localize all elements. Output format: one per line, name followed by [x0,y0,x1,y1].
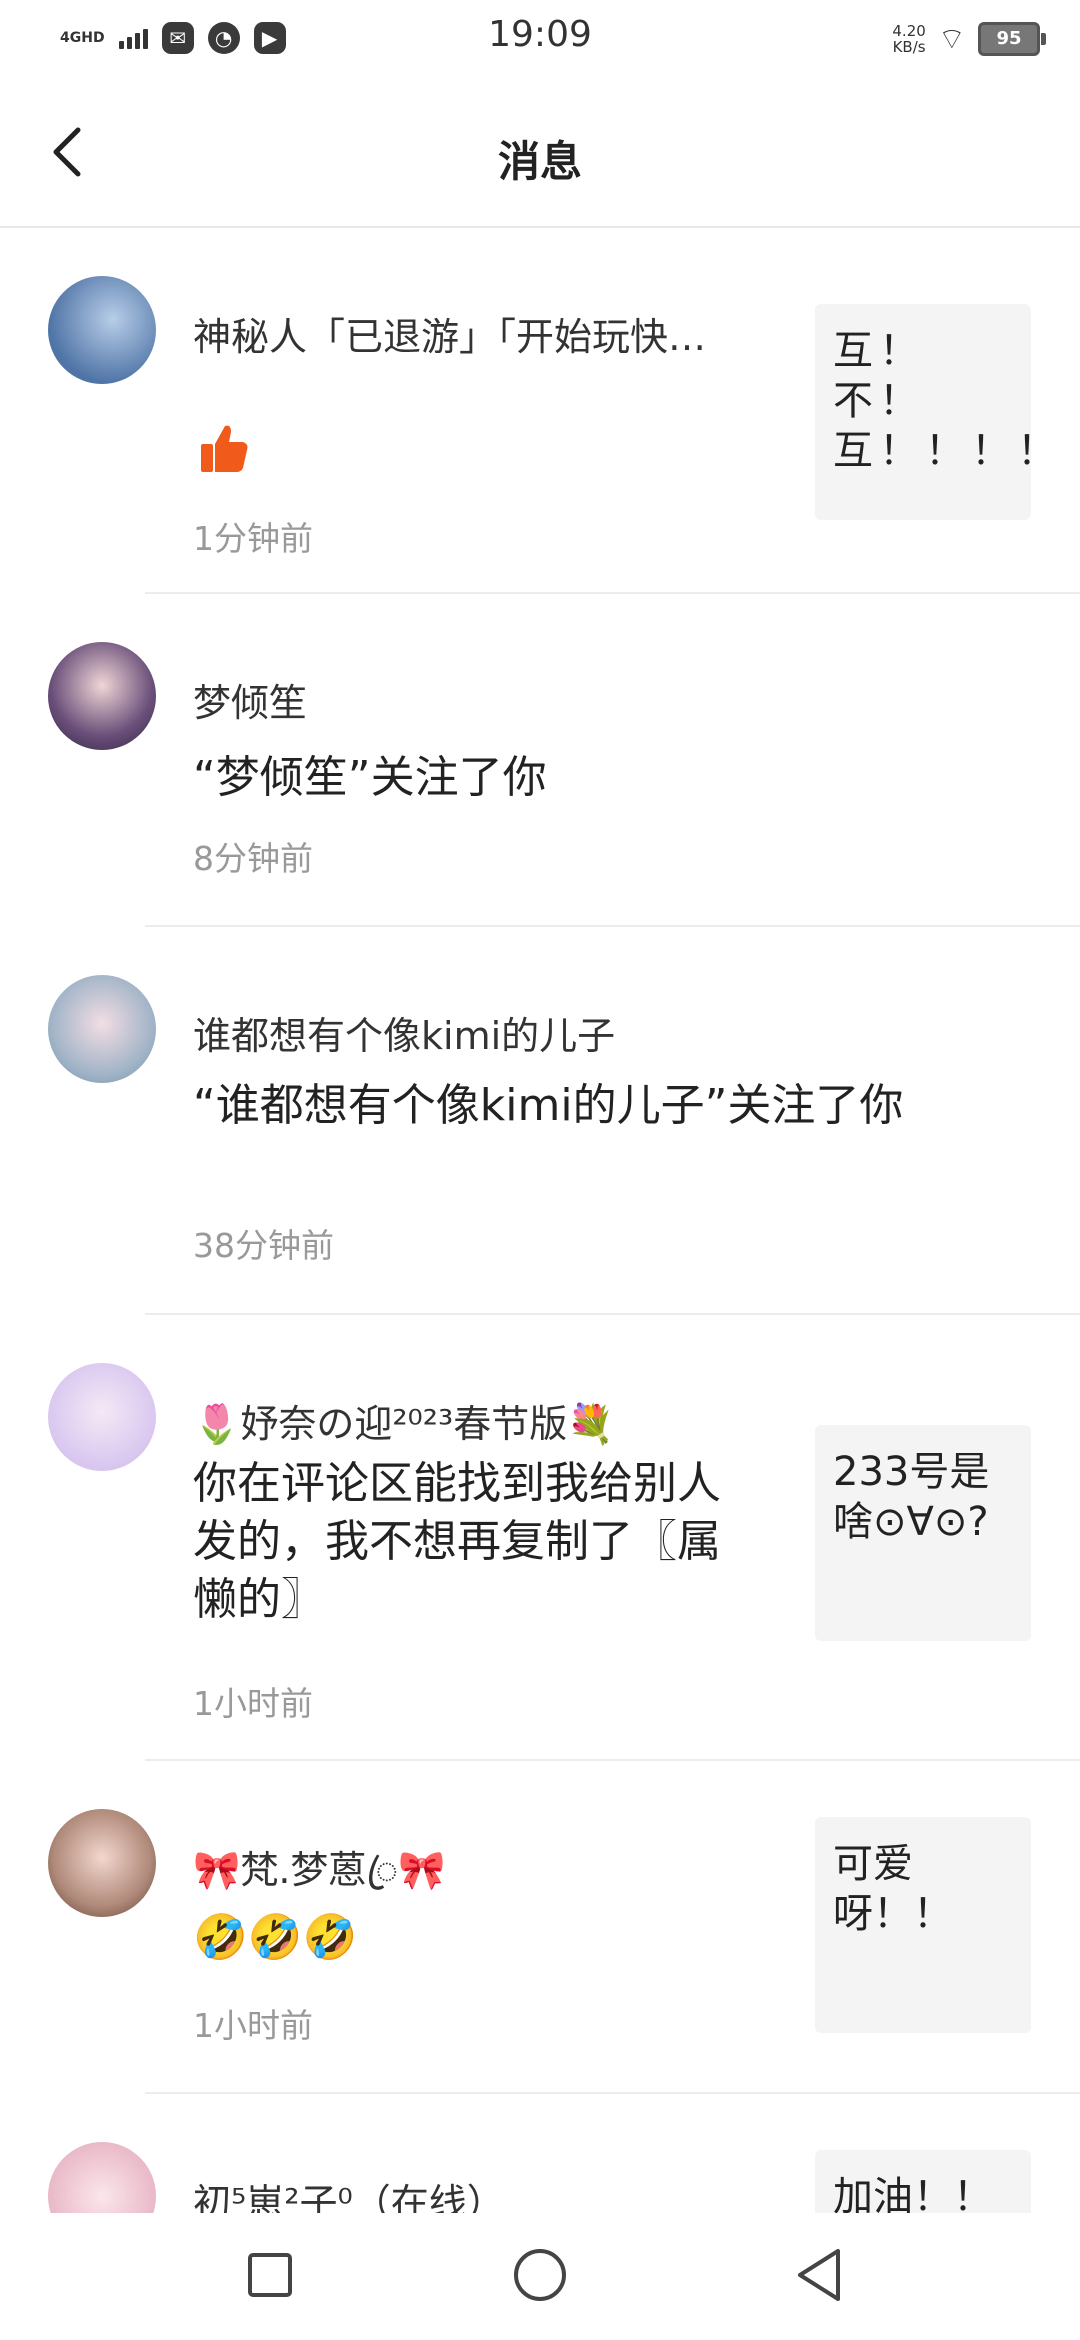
status-bar: 4GHD ✉ ◔ ▶ 19:09 4.20 KB/s ⌔ 95 [0,0,1080,80]
back-triangle-icon[interactable] [790,2245,850,2305]
message-content: “梦倾笙”关注了你 [193,752,547,803]
wifi-icon: ⌔ [937,22,966,57]
sender-name: 谁都想有个像kimi的儿子 [193,1014,616,1058]
message-content [193,418,253,493]
message-time: 1分钟前 [193,519,313,558]
message-item[interactable]: 🌷妤奈の迎²⁰²³春节版💐 你在评论区能找到我给别人发的，我不想再复制了〖属懒的… [0,1315,1080,1761]
preview-box[interactable]: 互！不！互！！！！！！！ [815,304,1031,520]
avatar[interactable] [48,642,156,750]
preview-box[interactable]: 233号是啥⊙∀⊙? [815,1425,1031,1641]
sender-name: 初⁵崽²子⁰（在线） [193,2181,505,2213]
battery-level: 95 [996,28,1022,49]
message-time: 1小时前 [193,1684,313,1723]
preview-box[interactable]: 加油！！ [815,2150,1031,2213]
avatar[interactable] [48,975,156,1083]
sender-name: 🎀梵.梦蒽ꦿ🎀 [193,1848,446,1892]
message-time: 8分钟前 [193,839,313,878]
avatar[interactable] [48,1363,156,1471]
app-header: 消息 [0,80,1080,228]
message-item[interactable]: 梦倾笙 “梦倾笙”关注了你 8分钟前 [0,594,1080,927]
preview-box[interactable]: 可爱呀！！ [815,1817,1031,2033]
message-time: 38分钟前 [193,1226,334,1265]
speed-value: 4.20 [892,22,926,40]
sender-name: 梦倾笙 [193,681,308,725]
thumbs-up-icon [201,425,248,472]
message-item[interactable]: 🎀梵.梦蒽ꦿ🎀 🤣🤣🤣 1小时前 可爱呀！！ [0,1761,1080,2094]
speed-unit: KB/s [892,38,926,56]
message-content: “谁都想有个像kimi的儿子”关注了你 [193,1080,904,1131]
sender-name: 神秘人「已退游」「开始玩快… [193,315,707,359]
home-circle-icon[interactable] [510,2245,570,2305]
message-time: 1小时前 [193,2006,313,2045]
message-content: 🤣🤣🤣 [193,1912,358,1963]
message-item[interactable]: 谁都想有个像kimi的儿子 “谁都想有个像kimi的儿子”关注了你 38分钟前 [0,927,1080,1315]
page-title: 消息 [497,137,582,186]
system-nav-bar [0,2213,1080,2340]
message-content: 你在评论区能找到我给别人发的，我不想再复制了〖属懒的〗 [193,1458,721,1625]
message-list[interactable]: 神秘人「已退游」「开始玩快… 1分钟前 互！不！互！！！！！！！ 梦倾笙 “梦倾… [0,228,1080,2213]
sender-name: 🌷妤奈の迎²⁰²³春节版💐 [193,1402,615,1446]
avatar[interactable] [48,276,156,384]
recents-square-icon[interactable] [240,2245,300,2305]
avatar[interactable] [48,2142,156,2213]
message-item[interactable]: 初⁵崽²子⁰（在线） 加油！！ [0,2094,1080,2213]
message-item[interactable]: 神秘人「已退游」「开始玩快… 1分钟前 互！不！互！！！！！！！ [0,228,1080,594]
battery-icon: 95 [978,22,1046,56]
network-speed: 4.20 KB/s [892,23,925,55]
status-right: 4.20 KB/s ⌔ 95 [892,20,1046,58]
avatar[interactable] [48,1809,156,1917]
